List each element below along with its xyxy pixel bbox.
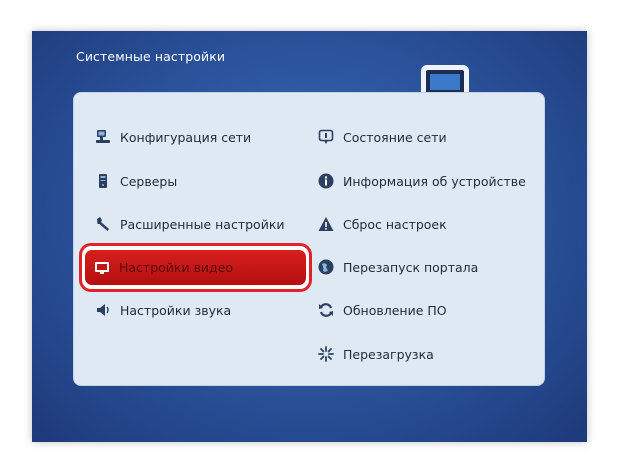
menu-item-label: Конфигурация сети <box>120 129 252 145</box>
wrench-icon <box>95 216 111 232</box>
menu-item-restart-portal[interactable]: Перезапуск портала <box>318 256 478 278</box>
settings-screen: Системные настройки Конфигурация сети Се… <box>32 31 587 442</box>
menu-item-reset-settings[interactable]: Сброс настроек <box>318 213 447 235</box>
menu-item-reboot[interactable]: Перезагрузка <box>318 343 434 365</box>
menu-item-network-status[interactable]: Состояние сети <box>318 126 447 148</box>
menu-item-device-info[interactable]: Информация об устройстве <box>318 170 526 192</box>
menu-item-sound-settings[interactable]: Настройки звука <box>95 299 231 321</box>
server-icon <box>95 173 111 189</box>
menu-item-label: Перезагрузка <box>343 346 434 362</box>
menu-item-label: Сброс настроек <box>343 216 447 232</box>
info-icon <box>318 173 334 189</box>
speaker-icon <box>95 302 111 318</box>
globe-icon <box>318 259 334 275</box>
menu-item-label: Перезапуск портала <box>343 259 479 275</box>
menu-item-software-update[interactable]: Обновление ПО <box>318 299 447 321</box>
menu-item-network-config[interactable]: Конфигурация сети <box>95 126 251 148</box>
network-status-icon <box>318 129 334 145</box>
window-title: Системные настройки <box>76 49 226 64</box>
menu-item-video-settings-selected[interactable]: Настройки видео <box>79 243 312 292</box>
monitor-icon <box>94 260 110 276</box>
menu-item-label: Настройки звука <box>120 302 232 318</box>
network-config-icon <box>95 129 111 145</box>
menu-item-label: Серверы <box>120 173 178 189</box>
menu-item-label: Расширенные настройки <box>120 216 285 232</box>
menu-item-label: Информация об устройстве <box>343 173 526 189</box>
menu-item-video-settings[interactable]: Настройки видео <box>85 250 306 285</box>
menu-item-advanced-settings[interactable]: Расширенные настройки <box>95 213 285 235</box>
menu-item-servers[interactable]: Серверы <box>95 170 177 192</box>
menu-item-label: Состояние сети <box>343 129 447 145</box>
refresh-icon <box>318 302 334 318</box>
warning-icon <box>318 216 334 232</box>
menu-item-label: Настройки видео <box>119 260 234 275</box>
reboot-icon <box>318 346 334 362</box>
menu-item-label: Обновление ПО <box>343 302 447 318</box>
